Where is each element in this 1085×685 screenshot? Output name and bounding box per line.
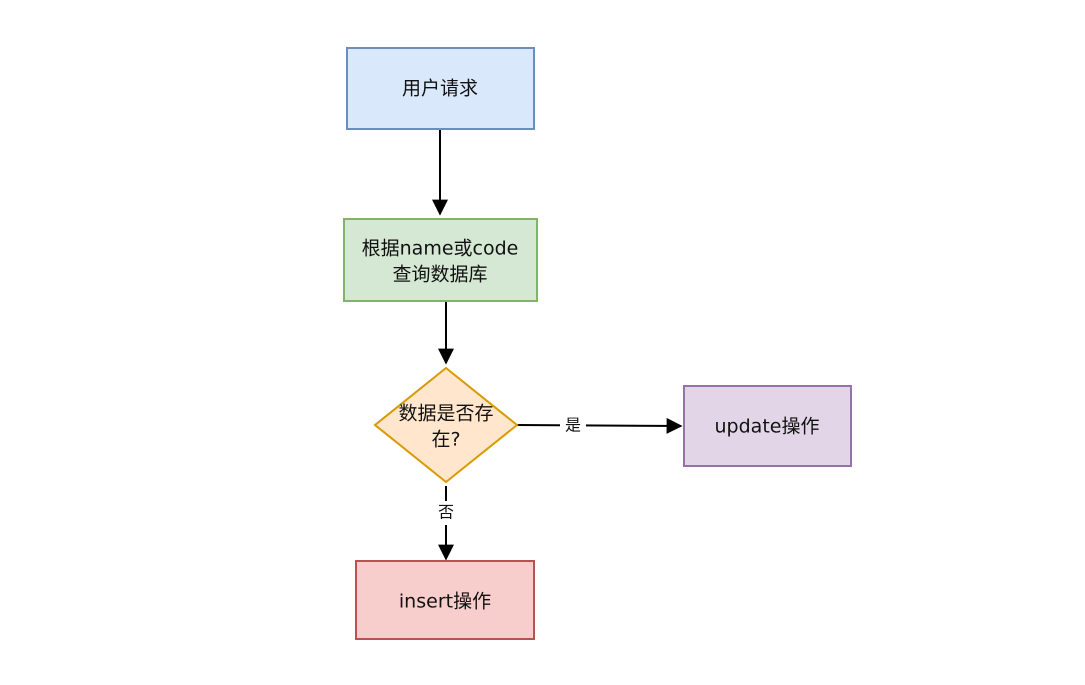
insert-operation-text: insert操作 xyxy=(399,591,491,613)
exists-decision-text-line-2: 在? xyxy=(431,429,460,451)
query-db-box xyxy=(343,218,538,302)
user-request-text: 用户请求 xyxy=(402,78,478,100)
edge-decision-to-update xyxy=(516,417,683,434)
update-operation-text: update操作 xyxy=(715,416,820,438)
flowchart-canvas: 是 否 用户请求 根据name或code 查询数据库 数据是否存 在? upda… xyxy=(0,0,1085,681)
flowchart-svg: 是 否 用户请求 根据name或code 查询数据库 数据是否存 在? upda… xyxy=(343,47,852,640)
query-db-text-line-2: 查询数据库 xyxy=(392,264,487,286)
edges: 是 否 xyxy=(432,129,683,561)
no-label: 否 xyxy=(438,503,454,522)
yes-label: 是 xyxy=(565,416,581,435)
exists-decision-diamond xyxy=(373,366,519,484)
query-db-text-line-1: 根据name或code xyxy=(362,238,519,260)
nodes: 用户请求 根据name或code 查询数据库 数据是否存 在? update操作… xyxy=(343,47,852,640)
exists-decision-text-line-1: 数据是否存 xyxy=(398,403,493,425)
